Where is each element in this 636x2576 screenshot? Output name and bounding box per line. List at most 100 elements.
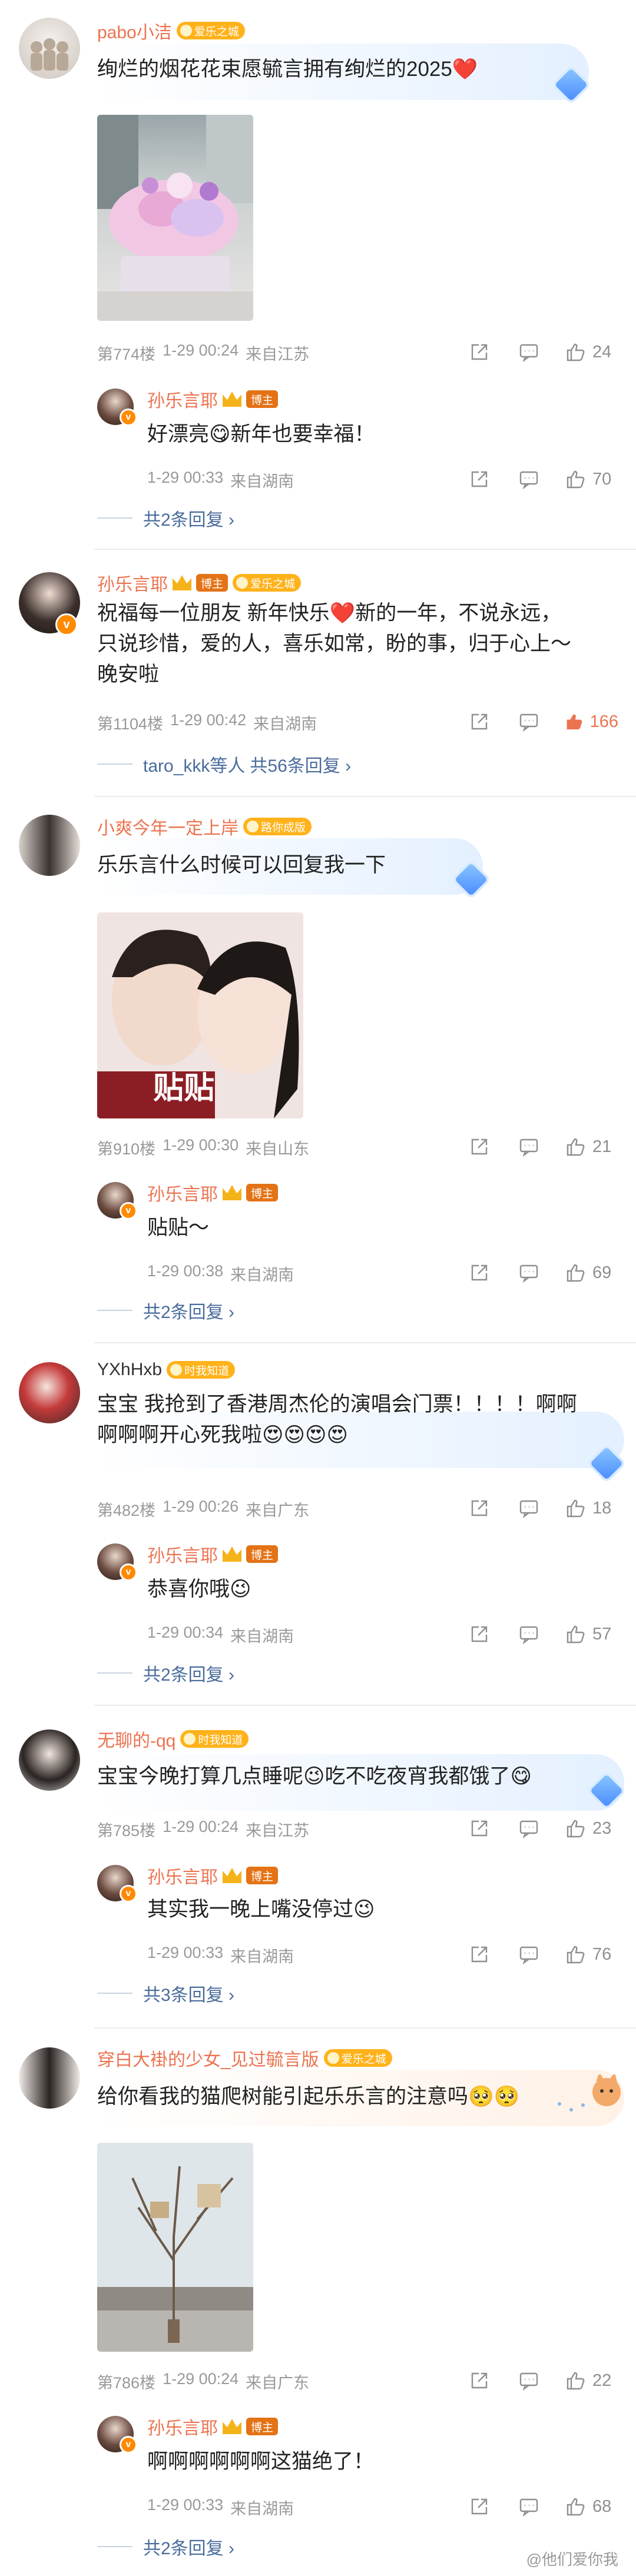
share-button[interactable] bbox=[455, 1496, 504, 1520]
more-replies-link[interactable]: taro_kkk等人 共56条回复 › bbox=[97, 751, 351, 777]
share-button[interactable] bbox=[455, 1817, 504, 1840]
share-button[interactable] bbox=[455, 467, 504, 491]
host-badge: 博主 bbox=[196, 574, 228, 592]
comment-text: 宝宝 我抢到了香港周杰伦的演唱会门票！！！！啊啊啊啊啊开心死我啦😍😍😍😍 bbox=[97, 1393, 577, 1446]
comment-text: 祝福每一位朋友 新年快乐❤️新的一年，不说永远，只说珍惜，爱的人，喜乐如常，盼的… bbox=[97, 602, 572, 686]
comment-image[interactable] bbox=[97, 2143, 253, 2352]
like-button[interactable]: 69 bbox=[554, 1262, 618, 1283]
more-replies-link[interactable]: 共3条回复 › bbox=[97, 1980, 234, 2006]
comment-image[interactable]: 贴贴 bbox=[97, 912, 303, 1118]
like-button[interactable]: 70 bbox=[554, 469, 618, 490]
crown-icon bbox=[223, 1185, 241, 1200]
share-button[interactable] bbox=[455, 340, 504, 364]
comment-meta: 第910楼 1-29 00:30 来自山东 bbox=[97, 1136, 309, 1159]
reply-text: 恭喜你哦😉 bbox=[147, 1578, 251, 1601]
more-replies-link[interactable]: 共2条回复 › bbox=[97, 2534, 234, 2560]
location: 来自广东 bbox=[246, 2374, 310, 2392]
comment-meta: 第786楼 1-29 00:24 来自广东 bbox=[97, 2370, 309, 2393]
reply-username[interactable]: 孙乐言耶 博主 bbox=[147, 386, 279, 412]
reply-actions: 57 bbox=[455, 1622, 618, 1646]
reply-username-text: 孙乐言耶 bbox=[147, 1868, 218, 1887]
share-button[interactable] bbox=[455, 1943, 504, 1966]
location: 来自湖南 bbox=[230, 1266, 294, 1284]
comment-button[interactable] bbox=[504, 1496, 554, 1520]
share-button[interactable] bbox=[455, 2369, 504, 2392]
badge-icon bbox=[327, 2052, 339, 2064]
like-button[interactable]: 166 bbox=[554, 711, 618, 732]
divider-line bbox=[97, 1672, 132, 1674]
location: 来自山东 bbox=[246, 1140, 310, 1158]
share-icon bbox=[471, 471, 488, 487]
reply-username[interactable]: 孙乐言耶 博主 bbox=[147, 1541, 279, 1567]
avatar[interactable] bbox=[19, 1729, 80, 1791]
avatar[interactable] bbox=[19, 18, 80, 79]
comment-image[interactable] bbox=[97, 115, 253, 321]
host-badge: 博主 bbox=[246, 390, 279, 408]
share-button[interactable] bbox=[455, 2495, 504, 2518]
like-button[interactable]: 57 bbox=[554, 1624, 618, 1645]
reply-username[interactable]: 孙乐言耶 博主 bbox=[147, 1863, 279, 1888]
share-button[interactable] bbox=[455, 1135, 504, 1158]
crown-icon bbox=[223, 1546, 241, 1562]
comment-button[interactable] bbox=[504, 467, 554, 491]
username[interactable]: pabo小洁 爱乐之城 bbox=[97, 18, 245, 44]
fan-badge: 爱乐之城 bbox=[233, 574, 302, 592]
avatar[interactable] bbox=[19, 2047, 80, 2109]
like-button[interactable]: 24 bbox=[554, 341, 618, 363]
date: 1-29 00:30 bbox=[163, 1136, 239, 1154]
like-button[interactable]: 68 bbox=[554, 2496, 618, 2517]
date: 1-29 00:42 bbox=[170, 711, 247, 729]
date: 1-29 00:33 bbox=[147, 2496, 224, 2514]
share-button[interactable] bbox=[455, 710, 504, 733]
comment-text: 乐乐言什么时候可以回复我一下 bbox=[97, 854, 386, 877]
username-text: 穿白大褂的少女_见过毓言版 bbox=[97, 2050, 319, 2070]
badge-icon bbox=[184, 1733, 196, 1745]
divider-line bbox=[97, 1993, 132, 1994]
share-button[interactable] bbox=[455, 1261, 504, 1284]
reply-actions: 70 bbox=[455, 467, 618, 491]
badge-label: 时我知道 bbox=[198, 1734, 243, 1747]
divider-line bbox=[97, 763, 132, 765]
avatar[interactable] bbox=[19, 815, 80, 876]
reply-actions: 76 bbox=[455, 1943, 618, 1966]
like-button[interactable]: 21 bbox=[554, 1136, 618, 1157]
username[interactable]: 孙乐言耶 博主 爱乐之城 bbox=[97, 570, 302, 596]
verified-icon: v bbox=[55, 613, 78, 636]
reply-username[interactable]: 孙乐言耶 博主 bbox=[147, 1180, 279, 1206]
username-text: 小爽今年一定上岸 bbox=[97, 819, 238, 838]
comment-button[interactable] bbox=[504, 340, 554, 364]
more-replies-link[interactable]: 共2条回复 › bbox=[97, 1660, 234, 1686]
share-button[interactable] bbox=[455, 1622, 504, 1646]
comment-icon bbox=[519, 344, 538, 363]
comment-button[interactable] bbox=[504, 710, 554, 733]
more-replies-link[interactable]: 共2条回复 › bbox=[97, 1297, 234, 1323]
like-count: 69 bbox=[592, 1263, 612, 1282]
comment-button[interactable] bbox=[504, 1261, 554, 1284]
like-button[interactable]: 18 bbox=[554, 1498, 618, 1519]
comment-button[interactable] bbox=[504, 1622, 554, 1646]
like-count: 68 bbox=[592, 2497, 612, 2516]
comment-actions: 21 bbox=[455, 1135, 618, 1158]
host-badge: 博主 bbox=[246, 1545, 279, 1563]
comment-icon bbox=[519, 713, 538, 732]
like-button[interactable]: 23 bbox=[554, 1818, 618, 1839]
reply-meta: 1-29 00:33 来自湖南 bbox=[147, 1944, 294, 1967]
like-button[interactable]: 22 bbox=[554, 2370, 618, 2391]
username[interactable]: 小爽今年一定上岸 路你成版 bbox=[97, 814, 312, 839]
avatar[interactable] bbox=[19, 1362, 80, 1423]
replier-names: taro_kkk等人 bbox=[143, 756, 246, 776]
like-button[interactable]: 76 bbox=[554, 1944, 618, 1965]
comment-button[interactable] bbox=[504, 2369, 554, 2392]
username[interactable]: 无聊的-qq 时我知道 bbox=[97, 1726, 249, 1752]
reply-username[interactable]: 孙乐言耶 博主 bbox=[147, 2414, 279, 2439]
username[interactable]: YXhHxb 时我知道 bbox=[97, 1360, 236, 1380]
share-icon bbox=[471, 1946, 488, 1963]
comment-button[interactable] bbox=[504, 2495, 554, 2518]
location: 来自江苏 bbox=[246, 1822, 310, 1840]
more-replies-link[interactable]: 共2条回复 › bbox=[97, 505, 234, 531]
comment-button[interactable] bbox=[504, 1943, 554, 1966]
comment-button[interactable] bbox=[504, 1135, 554, 1158]
comment-button[interactable] bbox=[504, 1817, 554, 1840]
username[interactable]: 穿白大褂的少女_见过毓言版 爱乐之城 bbox=[97, 2045, 392, 2071]
reply-text: 好漂亮😋新年也要幸福！ bbox=[147, 423, 375, 446]
